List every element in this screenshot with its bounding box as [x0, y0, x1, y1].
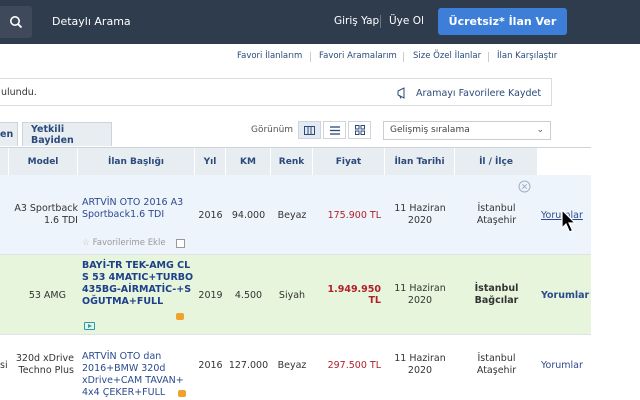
table-header: Model İlan Başlığı Yıl KM Renk Fiyat İla… — [0, 147, 591, 175]
row-date: 11 Haziran 2020 — [394, 283, 446, 306]
comments-link[interactable]: Yorumlar — [541, 360, 583, 371]
header-year[interactable]: Yıl — [195, 148, 226, 175]
video-icon — [84, 321, 96, 330]
row-date: 11 Haziran 2020 — [394, 203, 446, 226]
row-color: Beyaz — [277, 359, 307, 371]
row-model: 53 AMG — [28, 289, 66, 301]
tab-authorized-dealer[interactable]: Yetkili Bayiden — [22, 122, 112, 146]
row-year: 2016 — [198, 209, 223, 221]
row-price: 1.949.950 TL — [327, 284, 382, 306]
row-date: 11 Haziran 2020 — [394, 353, 446, 376]
close-icon[interactable] — [518, 178, 534, 194]
table-row[interactable]: si 320d xDrive Techno Plus ARTVİN OTO da… — [0, 335, 591, 400]
free-ad-button[interactable]: Ücretsiz* İlan Ver — [438, 8, 567, 35]
add-favorite-label: Favorilerime Ekle — [92, 238, 166, 248]
row-color: Siyah — [278, 289, 306, 301]
add-favorite[interactable]: ☆ Favorilerime Ekle — [82, 237, 197, 249]
comment-bubble-icon — [178, 388, 188, 398]
row-km: 4.500 — [234, 289, 263, 301]
row-title-link[interactable]: BAYİ-TR TEK-AMG CLS 53 4MATIC+TURBO 435B… — [82, 260, 194, 308]
row-city: İstanbul — [477, 203, 516, 214]
header-location[interactable]: İl / İlçe — [455, 148, 538, 175]
compare-ads-link[interactable]: İlan Karşılaştır — [497, 51, 557, 61]
header-model[interactable]: Model — [9, 148, 78, 175]
header-price[interactable]: Fiyat — [313, 148, 385, 175]
nav-divider — [380, 15, 381, 28]
row-model: A3 Sportback 1.6 TDI — [14, 203, 78, 226]
row-district: Ataşehir — [476, 215, 517, 226]
row-location: İstanbul Ataşehir — [455, 335, 538, 395]
gallery-view-icon — [354, 125, 365, 135]
free-ad-bold: Ücretsiz* — [448, 15, 505, 28]
row-district: Bağcılar — [474, 295, 519, 306]
compare-checkbox[interactable] — [175, 238, 185, 248]
sort-value: Gelişmiş sıralama — [390, 125, 470, 135]
free-ad-rest: İlan Ver — [508, 15, 557, 28]
result-summary-box: ulundu. Aramayı Favorilere Kaydet — [0, 78, 552, 106]
list-view-icon — [329, 125, 340, 135]
tab-all[interactable]: en — [0, 122, 18, 146]
row-city: İstanbul — [474, 283, 519, 294]
comment-bubble-icon — [176, 311, 186, 321]
sublink-divider — [403, 52, 404, 62]
login-link[interactable]: Giriş Yap — [334, 15, 379, 27]
row-comments[interactable]: Yorumlar — [541, 335, 591, 395]
register-link[interactable]: Üye Ol — [389, 15, 424, 27]
row-title[interactable]: ARTVİN OTO 2016 A3 Sportback1.6 TDI — [82, 195, 194, 223]
save-search-label: Aramayı Favorilere Kaydet — [416, 87, 542, 99]
header-title[interactable]: İlan Başlığı — [78, 148, 195, 175]
list-view-button[interactable] — [323, 121, 346, 139]
search-icon — [10, 16, 23, 29]
table-row[interactable]: 53 AMG BAYİ-TR TEK-AMG CLS 53 4MATIC+TUR… — [0, 255, 591, 335]
view-label: Görünüm — [251, 125, 294, 135]
row-color: Beyaz — [277, 209, 307, 221]
special-ads-link[interactable]: Size Özel İlanlar — [413, 51, 481, 61]
row-year: 2016 — [198, 359, 223, 371]
table-view-icon — [304, 125, 315, 135]
search-button[interactable] — [0, 6, 32, 38]
row-city: İstanbul — [477, 353, 516, 364]
star-icon: ☆ — [82, 238, 90, 248]
row-km: 127.000 — [228, 359, 269, 371]
row-title-link[interactable]: ARTVİN OTO 2016 A3 Sportback1.6 TDI — [82, 197, 194, 221]
sublink-divider — [310, 52, 311, 62]
mouse-pointer-icon — [561, 209, 577, 233]
table-view-button[interactable] — [298, 121, 321, 139]
sort-dropdown[interactable]: Gelişmiş sıralama ⌄ — [383, 121, 551, 140]
detailed-search-link[interactable]: Detaylı Arama — [52, 15, 131, 28]
favorite-searches-link[interactable]: Favori Aramalarım — [319, 51, 397, 61]
chevron-down-icon: ⌄ — [536, 125, 544, 135]
row-location: İstanbul Bağcılar — [455, 255, 538, 335]
megaphone-icon — [397, 87, 405, 99]
row-price: 175.900 TL — [327, 209, 381, 221]
comments-link[interactable]: Yorumlar — [541, 290, 589, 301]
table-row[interactable]: A3 Sportback 1.6 TDI ARTVİN OTO 2016 A3 … — [0, 175, 591, 255]
row-year: 2019 — [198, 289, 223, 301]
row-comments[interactable]: Yorumlar — [541, 255, 591, 335]
row-price: 297.500 TL — [327, 359, 381, 371]
top-navbar: Detaylı Arama Giriş Yap Üye Ol Ücretsiz*… — [0, 0, 640, 44]
save-search-button[interactable]: Aramayı Favorilere Kaydet — [397, 87, 541, 99]
header-blank — [538, 148, 591, 175]
close-circle-icon — [518, 180, 531, 192]
tab-label: en — [0, 129, 14, 140]
gallery-view-button[interactable] — [348, 121, 371, 139]
row-model: 320d xDrive Techno Plus — [15, 353, 74, 376]
header-spacer — [0, 148, 9, 175]
header-date[interactable]: İlan Tarihi — [385, 148, 455, 175]
sublink-divider — [488, 52, 489, 62]
header-color[interactable]: Renk — [271, 148, 313, 175]
result-count-text: ulundu. — [1, 87, 37, 98]
row-district: Ataşehir — [476, 365, 517, 376]
tab-label: Yetkili Bayiden — [31, 123, 74, 146]
row-model-prefix: si — [0, 359, 8, 371]
favorite-ads-link[interactable]: Favori İlanlarım — [237, 51, 302, 61]
header-km[interactable]: KM — [226, 148, 271, 175]
row-km: 94.000 — [231, 209, 266, 221]
